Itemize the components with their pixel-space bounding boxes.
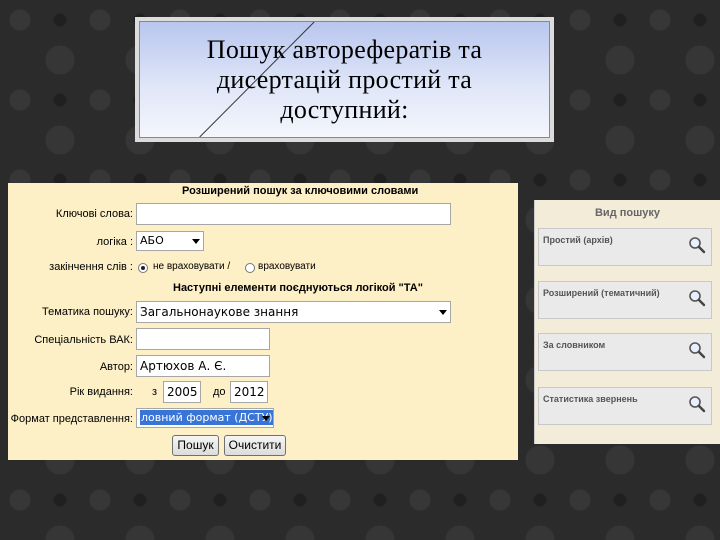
sidebar-item-label: За словником [543, 340, 606, 350]
keywords-input[interactable] [136, 203, 451, 225]
form-heading: Розширений пошук за ключовими словами [182, 185, 419, 197]
magnifier-icon[interactable] [688, 395, 706, 413]
search-button[interactable]: Пошук [172, 435, 219, 456]
year-label: Рік видання: [69, 386, 133, 398]
slide-title-panel: Пошук авторефератів та дисертацій прости… [139, 21, 550, 138]
magnifier-icon[interactable] [688, 289, 706, 307]
logic-label: логіка : [96, 236, 133, 248]
sidebar-item-dictionary[interactable]: За словником [538, 333, 712, 371]
endings-radio-consider[interactable] [245, 263, 255, 273]
format-select[interactable]: ловний формат (ДСТУ) [136, 408, 274, 428]
endings-option-consider-label: враховувати [258, 261, 316, 272]
slide-title-line3: доступний: [280, 94, 409, 124]
specialty-label: Спеціальність ВАК: [34, 334, 133, 346]
topic-select[interactable]: Загальнонаукове знання [136, 301, 451, 323]
specialty-input[interactable] [136, 328, 270, 350]
author-input[interactable]: Артюхов А. Є. [136, 355, 270, 377]
slide-title-frame: Пошук авторефератів та дисертацій прости… [135, 17, 554, 142]
clear-button[interactable]: Очистити [224, 435, 286, 456]
year-from-input[interactable]: 2005 [163, 381, 201, 403]
sidebar-item-statistics[interactable]: Статистика звернень [538, 387, 712, 425]
endings-label: закінчення слів : [49, 261, 133, 273]
chevron-down-icon [439, 310, 447, 315]
sidebar-item-label: Розширений (тематичний) [543, 288, 660, 298]
magnifier-icon[interactable] [688, 236, 706, 254]
slide-title-line2: дисертацій простий та [216, 64, 473, 94]
sidebar-item-label: Простий (архів) [543, 235, 613, 245]
topic-label: Тематика пошуку: [42, 306, 133, 318]
magnifier-icon[interactable] [688, 341, 706, 359]
sidebar-item-simple[interactable]: Простий (архів) [538, 228, 712, 266]
author-label: Автор: [99, 361, 133, 373]
form-subheading: Наступні елементи поєднуються логікой "Т… [173, 282, 423, 294]
search-type-sidebar: Вид пошуку Простий (архів) Розширений (т… [534, 200, 720, 444]
topic-select-value: Загальнонаукове знання [140, 305, 299, 319]
keywords-label: Ключові слова: [55, 208, 133, 220]
chevron-down-icon [192, 239, 200, 244]
format-label: Формат представлення: [10, 413, 133, 425]
year-to-input[interactable]: 2012 [230, 381, 268, 403]
logic-select[interactable]: АБО [136, 231, 204, 251]
slide-title: Пошук авторефератів та дисертацій прости… [207, 35, 482, 125]
endings-option-ignore-label: не враховувати / [153, 261, 231, 272]
year-from-label: з [152, 386, 158, 398]
chevron-down-icon [262, 416, 270, 421]
advanced-search-form: Розширений пошук за ключовими словами Кл… [8, 183, 518, 460]
format-select-value: ловний формат (ДСТУ) [140, 410, 273, 425]
sidebar-item-extended[interactable]: Розширений (тематичний) [538, 281, 712, 319]
endings-radio-ignore[interactable] [138, 263, 148, 273]
sidebar-title: Вид пошуку [594, 207, 661, 219]
sidebar-item-label: Статистика звернень [543, 394, 638, 404]
year-to-label: до [213, 386, 226, 398]
slide-title-line1: Пошук авторефератів та [206, 34, 483, 64]
logic-select-value: АБО [140, 234, 164, 247]
